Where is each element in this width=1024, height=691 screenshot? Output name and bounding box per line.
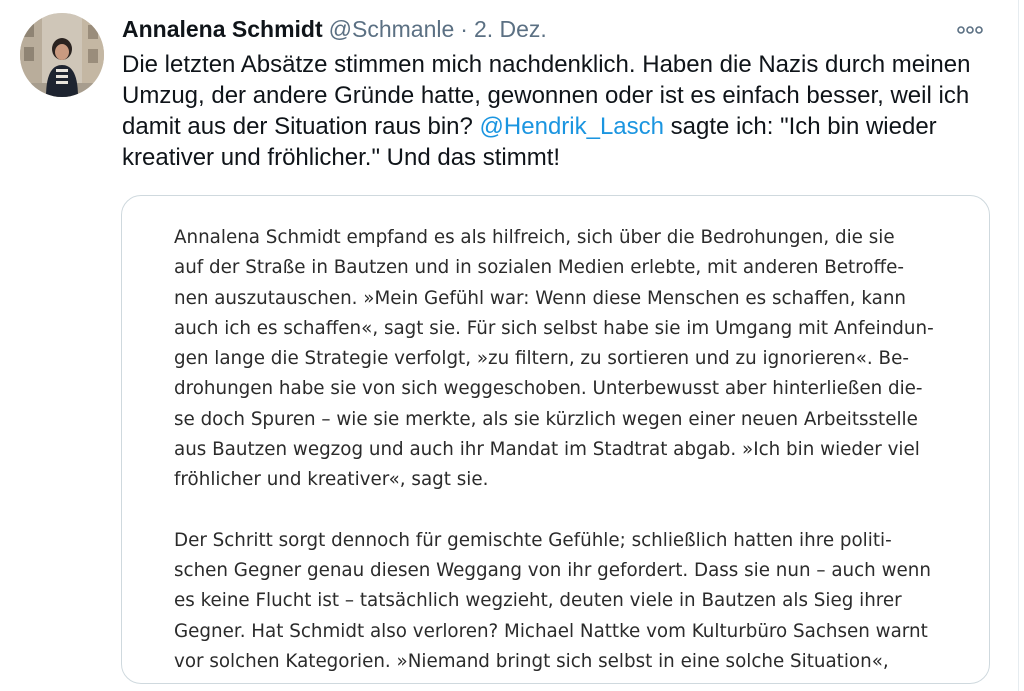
author-name[interactable]: Annalena Schmidt	[122, 16, 323, 42]
tweet-text: Die letzten Absätze stimmen mich nachden…	[122, 49, 1002, 173]
tweet-date[interactable]: 2. Dez.	[474, 16, 547, 42]
article-excerpt: Annalena Schmidt empfand es als hilfreic…	[174, 223, 944, 677]
article-paragraph-2: Der Schritt sorgt dennoch für gemischte …	[174, 526, 944, 677]
tweet-header: Annalena Schmidt @Schmanle · 2. Dez.	[122, 14, 547, 44]
tweet[interactable]: Annalena Schmidt @Schmanle · 2. Dez. Die le…	[0, 0, 1024, 691]
article-line: Annalena Schmidt empfand es als hilfreic…	[174, 227, 895, 248]
article-line: gen lange die Strategie verfolgt, »zu fi…	[174, 348, 909, 370]
header-separator: ·	[460, 16, 468, 42]
article-paragraph-1: Annalena Schmidt empfand es als hilfreic…	[174, 223, 944, 496]
article-line: auch ich es schaffen«, sagt sie. Für sic…	[174, 317, 934, 339]
avatar-photo	[20, 13, 104, 97]
article-line: schen Gegner genau diesen Weggang von ih…	[174, 559, 931, 581]
article-line: drohungen habe sie von sich weggeschoben…	[174, 378, 923, 400]
author-handle[interactable]: @Schmanle	[329, 16, 455, 42]
more-horizontal-icon	[957, 26, 983, 34]
article-line: se doch Spuren – wie sie merkte, als sie…	[174, 408, 918, 430]
article-line: nen auszutauschen. »Mein Gefühl war: Wen…	[174, 287, 907, 309]
more-options-button[interactable]	[954, 20, 986, 40]
article-line: fröhlicher und kreativer«, sagt sie.	[174, 469, 489, 491]
article-line: Gegner. Hat Schmidt also verloren? Micha…	[174, 620, 928, 642]
article-line: auf der Straße in Bautzen und in soziale…	[174, 257, 904, 279]
article-line: vor solchen Kategorien. »Niemand bringt …	[174, 650, 889, 672]
article-line: es keine Flucht ist – tatsächlich wegzie…	[174, 590, 902, 612]
article-line: Der Schritt sorgt dennoch für gemischte …	[174, 529, 892, 551]
timeline-border	[1018, 0, 1019, 691]
avatar[interactable]	[20, 13, 104, 97]
attached-image[interactable]: Annalena Schmidt empfand es als hilfreic…	[121, 195, 990, 684]
article-line: aus Bautzen wegzog und auch ihr Mandat i…	[174, 439, 920, 461]
mention-link[interactable]: @Hendrik_Lasch	[480, 113, 664, 140]
